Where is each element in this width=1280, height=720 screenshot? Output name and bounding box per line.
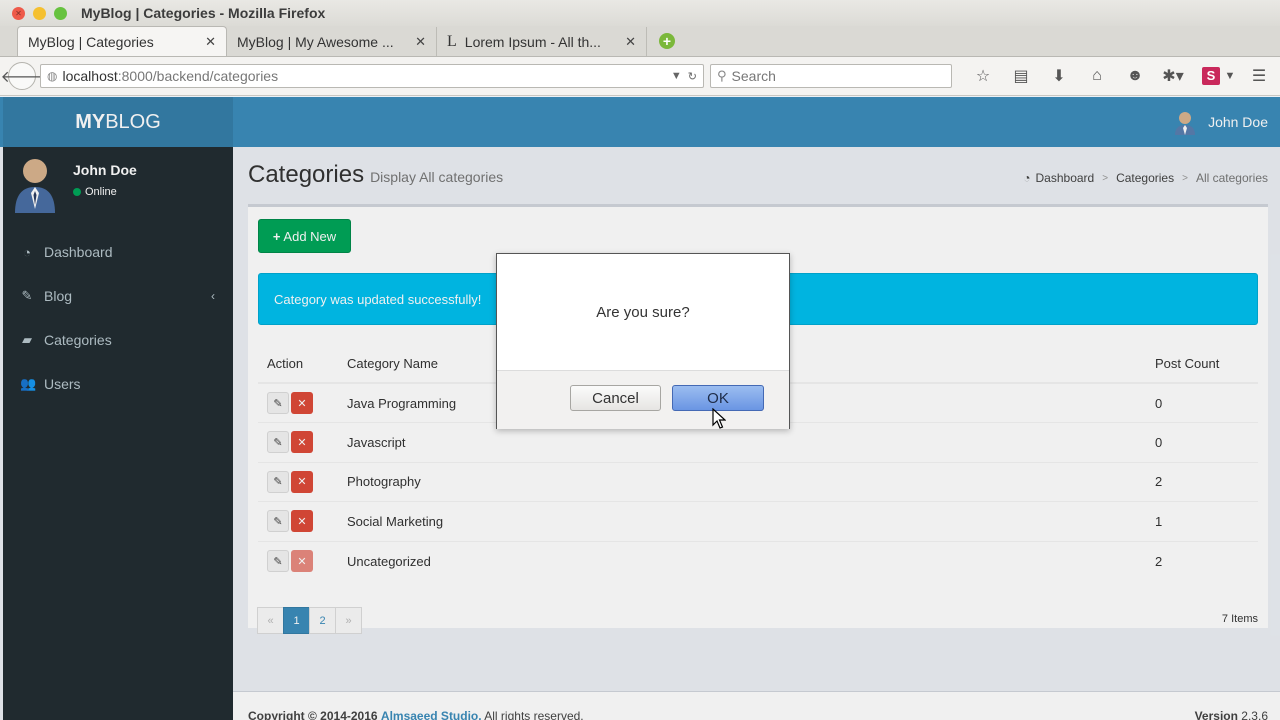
- reload-icon[interactable]: ↻: [688, 70, 697, 83]
- cancel-button[interactable]: Cancel: [570, 385, 661, 411]
- dialog-message: Are you sure?: [596, 303, 690, 321]
- window-close-button[interactable]: ✕: [12, 6, 25, 20]
- bookmark-star-icon[interactable]: ☆: [964, 66, 1002, 86]
- chevron-down-icon[interactable]: ▼: [1220, 70, 1240, 82]
- close-icon[interactable]: ✕: [415, 34, 426, 50]
- close-icon[interactable]: ✕: [205, 34, 216, 50]
- search-icon: ⚲: [717, 68, 727, 83]
- new-tab-icon[interactable]: +: [659, 33, 675, 49]
- tab-my-awesome[interactable]: MyBlog | My Awesome ... ✕: [227, 27, 437, 56]
- search-input[interactable]: ⚲ Search: [710, 64, 952, 88]
- confirm-dialog: Are you sure? Cancel OK: [496, 253, 790, 429]
- window-maximize-button[interactable]: [54, 6, 67, 20]
- window-title: MyBlog | Categories - Mozilla Firefox: [81, 5, 326, 21]
- tab-bar: MyBlog | Categories ✕ MyBlog | My Awesom…: [0, 26, 1280, 57]
- window-minimize-button[interactable]: [33, 6, 46, 20]
- window-titlebar: ✕ MyBlog | Categories - Mozilla Firefox: [0, 0, 1280, 26]
- extension-icon[interactable]: ✱▾: [1154, 66, 1192, 86]
- chat-icon[interactable]: ☻: [1116, 67, 1154, 85]
- arrow-left-icon: 🡐: [0, 68, 44, 86]
- tab-lorem-ipsum[interactable]: L Lorem Ipsum - All th... ✕: [437, 27, 647, 56]
- back-button[interactable]: 🡐: [1, 62, 43, 90]
- reading-list-icon[interactable]: ▤: [1002, 66, 1040, 86]
- tab-label: Lorem Ipsum - All th...: [464, 33, 601, 50]
- url-bar[interactable]: ◍ localhost :8000/backend/categories ▼ ↻: [40, 64, 704, 88]
- home-icon[interactable]: ⌂: [1078, 67, 1116, 85]
- tab-categories[interactable]: MyBlog | Categories ✕: [17, 26, 227, 56]
- url-path: :8000/backend/categories: [117, 68, 279, 84]
- dialog-footer: Cancel OK: [497, 370, 789, 429]
- mouse-cursor-icon: [712, 408, 726, 429]
- url-host: localhost: [62, 68, 118, 84]
- close-icon[interactable]: ✕: [625, 34, 636, 50]
- menu-icon[interactable]: ☰: [1240, 66, 1278, 86]
- globe-icon: ◍: [47, 69, 58, 83]
- stylish-extension-icon[interactable]: S: [1202, 67, 1220, 85]
- browser-navbar: 🡐 ◍ localhost :8000/backend/categories ▼…: [0, 57, 1280, 96]
- tab-label: MyBlog | Categories: [28, 33, 154, 50]
- download-icon[interactable]: ⬇: [1040, 66, 1078, 86]
- lorem-favicon-icon: L: [447, 32, 457, 50]
- tab-label: MyBlog | My Awesome ...: [237, 33, 394, 50]
- search-placeholder: Search: [731, 68, 776, 84]
- dropdown-icon[interactable]: ▼: [671, 70, 682, 82]
